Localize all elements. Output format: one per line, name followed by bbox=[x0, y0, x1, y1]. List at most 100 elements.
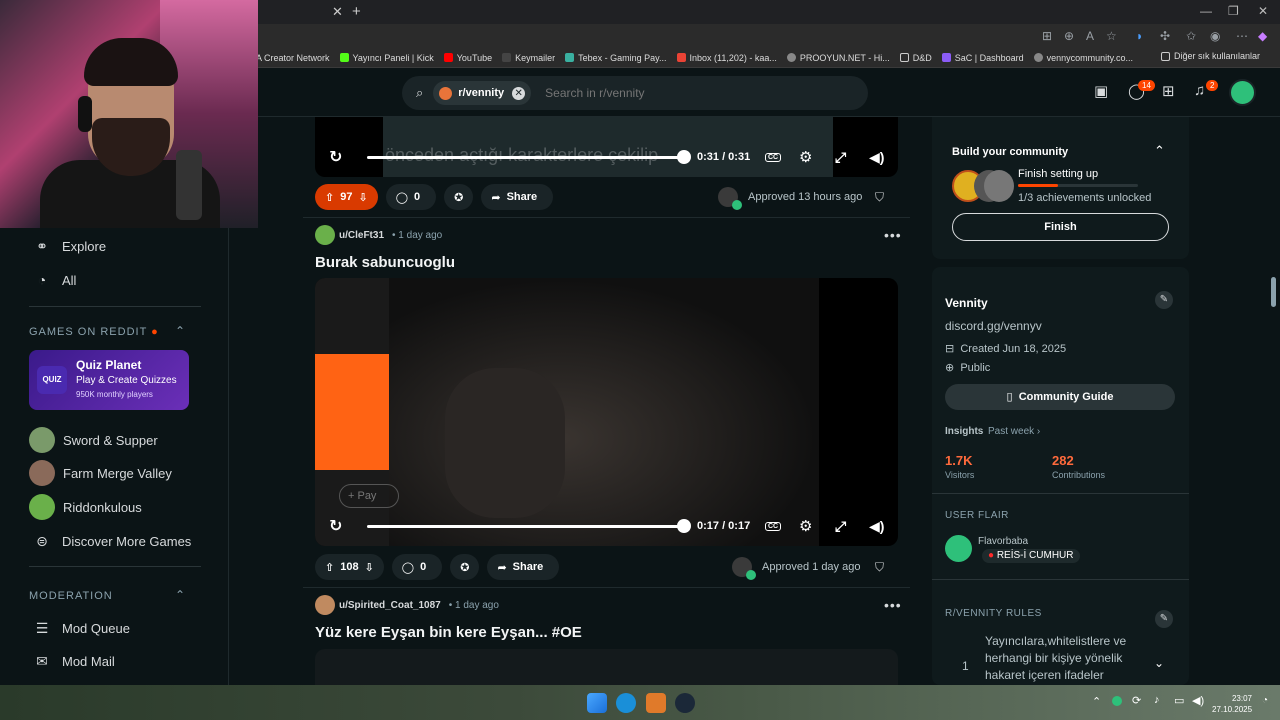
captions-icon[interactable]: CC bbox=[765, 521, 782, 531]
share-button[interactable]: ➦ Share bbox=[481, 184, 554, 210]
video-progress[interactable] bbox=[367, 155, 683, 159]
game-farm-merge[interactable]: Farm Merge Valley bbox=[29, 460, 172, 486]
progress-knob[interactable] bbox=[677, 150, 691, 164]
volume-icon[interactable]: ◀) bbox=[869, 149, 884, 166]
game-sword-supper[interactable]: Sword & Supper bbox=[29, 427, 158, 453]
chevron-up-icon[interactable]: ⌃ bbox=[1154, 143, 1165, 159]
minimize-icon[interactable]: — bbox=[1200, 4, 1212, 18]
more-options-icon[interactable]: ••• bbox=[884, 597, 902, 613]
tray-mic-icon[interactable]: ♪ bbox=[1154, 694, 1160, 706]
edge-icon[interactable] bbox=[616, 693, 636, 713]
rule-text[interactable]: Yayıncılara,whitelistlere ve herhangi bi… bbox=[985, 633, 1135, 685]
maximize-icon[interactable]: ❐ bbox=[1228, 4, 1239, 18]
replay-icon[interactable]: ↻ bbox=[329, 516, 342, 536]
favorite-star-icon[interactable]: ☆ bbox=[1106, 29, 1117, 43]
community-guide-button[interactable]: ▯ Community Guide bbox=[945, 384, 1175, 410]
video-progress[interactable] bbox=[367, 524, 683, 528]
bookmark-item[interactable]: D&D bbox=[899, 53, 932, 63]
insights-range[interactable]: Past week › bbox=[988, 426, 1040, 437]
share-button[interactable]: ➦ Share bbox=[487, 554, 560, 580]
start-icon[interactable] bbox=[587, 693, 607, 713]
edit-rules-icon[interactable]: ✎ bbox=[1155, 610, 1173, 628]
bookmark-item[interactable]: Tebex - Gaming Pay... bbox=[565, 53, 667, 63]
video-player[interactable]: önceden açtığı karakterlere çekilip ↻ 0:… bbox=[315, 117, 898, 177]
progress-knob[interactable] bbox=[677, 519, 691, 533]
tray-network-icon[interactable]: ▭ bbox=[1174, 694, 1184, 707]
extension-icon[interactable]: ◗ bbox=[1136, 29, 1143, 43]
more-options-icon[interactable]: ••• bbox=[884, 227, 902, 243]
chevron-down-icon[interactable]: ⌄ bbox=[1154, 656, 1164, 670]
bookmark-item[interactable]: YouTube bbox=[443, 53, 492, 63]
advertise-icon[interactable]: ▣ bbox=[1094, 82, 1108, 100]
apps-icon[interactable]: ⊞ bbox=[1042, 29, 1052, 43]
notifications-icon[interactable]: ♫ bbox=[1194, 82, 1205, 99]
nav-all[interactable]: ◔ All bbox=[34, 272, 77, 288]
downvote-icon[interactable]: ⇩ bbox=[365, 561, 374, 574]
video-player[interactable]: + Pay ↻ 0:17 / 0:17 CC ⚙ ⤢ ◀) bbox=[315, 278, 898, 546]
bookmark-item[interactable]: A Creator Network bbox=[256, 53, 330, 63]
create-post-icon[interactable]: ⊞ bbox=[1162, 82, 1175, 100]
post-title[interactable]: Yüz kere Eyşan bin kere Eyşan... #OE bbox=[315, 624, 582, 641]
volume-icon[interactable]: ◀) bbox=[869, 518, 884, 535]
mod-shield-icon[interactable]: ⛉ bbox=[875, 560, 884, 575]
search-bar[interactable]: ⌕ r/vennity ✕ bbox=[402, 76, 868, 110]
captions-icon[interactable]: CC bbox=[765, 152, 782, 162]
post-author[interactable]: u/Spirited_Coat_1087 bbox=[339, 600, 441, 611]
other-bookmarks[interactable]: Diğer sık kullanılanlar bbox=[1160, 51, 1260, 61]
nav-explore[interactable]: ⚭ Explore bbox=[34, 238, 106, 254]
bookmark-item[interactable]: Keymailer bbox=[502, 53, 555, 63]
replay-icon[interactable]: ↻ bbox=[329, 147, 342, 167]
downvote-icon[interactable]: ⇩ bbox=[358, 191, 367, 204]
user-avatar[interactable] bbox=[315, 225, 335, 245]
copilot-icon[interactable]: ◆ bbox=[1258, 29, 1267, 43]
moderation-section-title[interactable]: MODERATION bbox=[29, 590, 113, 602]
close-window-icon[interactable]: ✕ bbox=[1258, 4, 1268, 18]
comments-button[interactable]: ◯ 0 bbox=[385, 184, 437, 210]
tray-volume-icon[interactable]: ◀) bbox=[1192, 694, 1204, 707]
tray-sync-icon[interactable]: ⟳ bbox=[1132, 694, 1141, 707]
chevron-up-icon[interactable]: ⌃ bbox=[175, 588, 185, 602]
settings-icon[interactable]: ⚙ bbox=[799, 517, 812, 535]
upvote-icon[interactable]: ⇧ bbox=[325, 191, 334, 204]
quiz-planet-card[interactable]: QUIZ Quiz Planet Play & Create Quizzes 9… bbox=[29, 350, 189, 410]
game-riddonkulous[interactable]: Riddonkulous bbox=[29, 494, 142, 520]
steam-icon[interactable] bbox=[675, 693, 695, 713]
notification-center-icon[interactable]: ◔ bbox=[1262, 695, 1268, 706]
mod-shield-icon[interactable]: ⛉ bbox=[875, 190, 884, 205]
games-section-title[interactable]: GAMES ON REDDIT ● bbox=[29, 326, 159, 338]
comments-button[interactable]: ◯ 0 bbox=[391, 554, 443, 580]
edit-icon[interactable]: ✎ bbox=[1155, 291, 1173, 309]
user-avatar[interactable] bbox=[1229, 79, 1256, 106]
read-aloud-icon[interactable]: A bbox=[1086, 29, 1094, 43]
fullscreen-icon[interactable]: ⤢ bbox=[835, 518, 846, 535]
taskbar-clock[interactable]: 23:07 27.10.2025 bbox=[1212, 693, 1252, 715]
bookmark-item[interactable]: vennycommunity.co... bbox=[1033, 53, 1133, 63]
page-scrollbar[interactable] bbox=[1268, 117, 1280, 685]
tray-app-icon[interactable] bbox=[1112, 696, 1122, 706]
bookmark-item[interactable]: PROOYUN.NET - Hi... bbox=[786, 53, 890, 63]
menu-icon[interactable]: ⋯ bbox=[1236, 29, 1248, 43]
nav-mod-mail[interactable]: ✉ Mod Mail bbox=[34, 653, 115, 669]
new-tab-button[interactable]: + bbox=[352, 3, 361, 20]
zoom-icon[interactable]: ⊕ bbox=[1064, 29, 1074, 43]
profile-shield-icon[interactable]: ◉ bbox=[1210, 29, 1220, 43]
clear-chip-icon[interactable]: ✕ bbox=[512, 86, 526, 100]
close-tab-icon[interactable]: ✕ bbox=[332, 4, 343, 20]
award-button[interactable]: ✪ bbox=[444, 184, 474, 210]
upvote-icon[interactable]: ⇧ bbox=[325, 561, 334, 574]
bookmark-item[interactable]: Inbox (11,202) - kaa... bbox=[676, 53, 777, 63]
post-author[interactable]: u/CleFt31 bbox=[339, 230, 384, 241]
chevron-up-icon[interactable]: ⌃ bbox=[175, 324, 185, 338]
bookmark-item[interactable]: SaC | Dashboard bbox=[941, 53, 1024, 63]
settings-icon[interactable]: ⚙ bbox=[799, 148, 812, 166]
favorites-icon[interactable]: ✩ bbox=[1186, 29, 1196, 43]
video-player[interactable] bbox=[315, 649, 898, 685]
extensions-puzzle-icon[interactable]: ✣ bbox=[1160, 29, 1170, 43]
award-button[interactable]: ✪ bbox=[450, 554, 480, 580]
discover-games[interactable]: ⊜ Discover More Games bbox=[34, 533, 191, 549]
tray-chevron-icon[interactable]: ⌃ bbox=[1092, 695, 1101, 708]
app-icon[interactable] bbox=[646, 693, 666, 713]
post-title[interactable]: Burak sabuncuoglu bbox=[315, 254, 455, 271]
nav-mod-queue[interactable]: ☰ Mod Queue bbox=[34, 620, 130, 636]
finish-button[interactable]: Finish bbox=[952, 213, 1169, 241]
